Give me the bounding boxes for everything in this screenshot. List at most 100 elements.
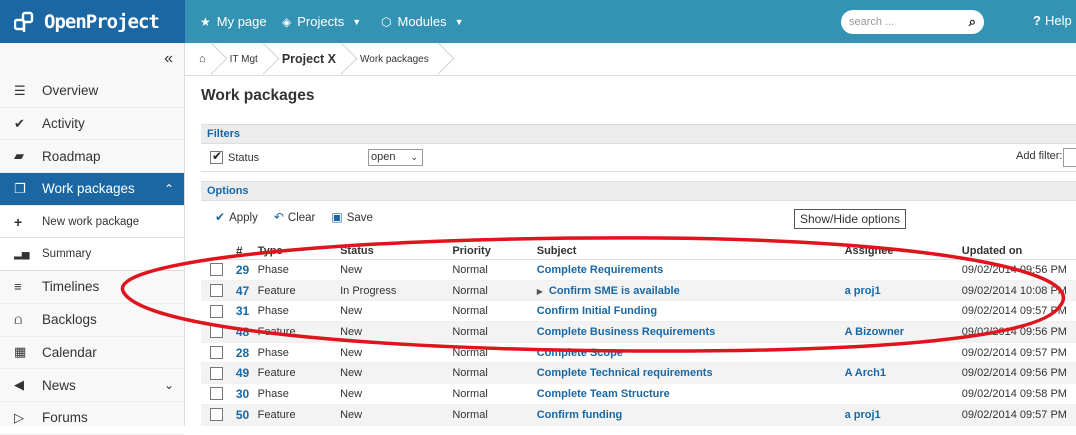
row-subject-text: Complete Team Structure	[536, 387, 670, 400]
bar-chart-icon: ▂▅	[14, 248, 30, 260]
top-bar: OpenProject ★ My page ◈ Projects ▼ ⬡ Mod…	[0, 0, 1076, 43]
help-icon: ?	[1033, 13, 1041, 28]
row-priority: Normal	[452, 346, 488, 359]
search-input[interactable]: search ... ⌕	[841, 10, 984, 34]
options-heading[interactable]: Options	[201, 181, 1076, 201]
sidebar-item-forums[interactable]: ▷ Forums	[0, 402, 184, 435]
sidebar-item-calendar[interactable]: ▦ Calendar	[0, 337, 184, 370]
collapse-sidebar-icon[interactable]: «	[0, 43, 184, 75]
row-checkbox[interactable]	[210, 366, 223, 380]
column-header-status[interactable]: Status	[340, 245, 452, 257]
sidebar-item-work-packages[interactable]: ❐ Work packages ⌃	[0, 173, 184, 206]
table-row[interactable]: 48 Feature New Normal Complete Business Requ…	[201, 322, 1076, 343]
filters-heading[interactable]: Filters	[201, 124, 1076, 144]
breadcrumb-item[interactable]: Work packages	[346, 43, 439, 76]
column-header-id[interactable]: #	[236, 244, 258, 258]
row-subject-link[interactable]: Complete Business Requirements	[537, 326, 845, 338]
row-checkbox-cell	[201, 346, 236, 360]
row-id-link[interactable]: 49	[236, 366, 258, 380]
apply-button[interactable]: ✔ Apply	[215, 210, 258, 224]
chevron-up-icon[interactable]: ⌃	[164, 182, 174, 196]
row-id-link[interactable]: 31	[236, 304, 258, 318]
check-icon: ✔	[215, 210, 226, 224]
table-row[interactable]: 49 Feature New Normal Complete Technical req…	[201, 363, 1076, 385]
row-type: Phase	[257, 263, 289, 276]
chevron-down-icon[interactable]: ⌄	[164, 378, 174, 392]
row-id-link[interactable]: 47	[236, 284, 258, 298]
check-icon: ✔	[14, 115, 25, 131]
sidebar-item-summary[interactable]: ▂▅ Summary	[0, 238, 184, 272]
row-subject-link[interactable]: Complete Team Structure	[537, 388, 845, 400]
row-checkbox[interactable]	[210, 325, 223, 339]
table-header: # Type Status Priority Subject Assignee …	[201, 243, 1076, 260]
row-checkbox[interactable]	[210, 263, 223, 277]
nav-my-page[interactable]: ★ My page	[200, 0, 267, 43]
search-icon[interactable]: ⌕	[969, 14, 976, 30]
work-packages-icon: ❐	[14, 180, 26, 196]
row-id-link[interactable]: 50	[236, 408, 258, 422]
sidebar-item-backlogs[interactable]: ⩍ Backlogs	[0, 304, 184, 337]
row-updated-on: 09/02/2014 09:57 PM	[961, 408, 1067, 421]
row-assignee-link[interactable]: a proj1	[845, 409, 962, 421]
row-id-link[interactable]: 30	[236, 387, 258, 401]
row-subject-link[interactable]: Complete Requirements	[537, 264, 845, 276]
sidebar-item-roadmap[interactable]: ▰ Roadmap	[0, 140, 184, 174]
row-type: Feature	[257, 408, 296, 421]
row-assignee-link[interactable]: A Arch1	[845, 367, 962, 379]
breadcrumb-item[interactable]: IT Mgt	[216, 43, 268, 76]
row-updated-on: 09/02/2014 09:57 PM	[961, 305, 1067, 318]
row-checkbox-cell	[201, 263, 236, 277]
breadcrumb-item[interactable]: Project X	[268, 43, 346, 76]
row-type: Feature	[257, 325, 296, 338]
row-assignee-link[interactable]: a proj1	[845, 285, 962, 297]
sidebar-item-news[interactable]: ◀ News ⌄	[0, 369, 184, 402]
row-subject-link[interactable]: Complete Scope	[537, 347, 845, 359]
row-id-link[interactable]: 28	[236, 346, 258, 360]
row-assignee-link[interactable]: A Bizowner	[845, 326, 962, 338]
save-button[interactable]: ▣ Save	[331, 210, 373, 224]
row-subject-link[interactable]: Complete Technical requirements	[537, 367, 845, 379]
row-checkbox[interactable]	[210, 408, 223, 422]
row-subject-link[interactable]: Confirm Initial Funding	[537, 305, 845, 317]
row-checkbox[interactable]	[210, 304, 223, 318]
help-menu[interactable]: ? Help	[1033, 13, 1072, 28]
table-row[interactable]: 31 Phase New Normal Confirm Initial Funding 0…	[201, 301, 1076, 323]
show-hide-options-button[interactable]: Show/Hide options	[794, 209, 906, 229]
caret-down-icon: ▼	[454, 16, 464, 27]
status-filter-checkbox[interactable]	[210, 149, 223, 164]
nav-modules[interactable]: ⬡ Modules ▼	[381, 0, 464, 43]
table-row[interactable]: 50 Feature New Normal Confirm funding a proj1…	[201, 404, 1076, 426]
table-row[interactable]: 47 Feature In Progress Normal ▶ Confirm SME i…	[201, 280, 1076, 302]
table-row[interactable]: 29 Phase New Normal Complete Requirements 09/…	[201, 260, 1076, 281]
options-toolbar: ✔ Apply ↶ Clear ▣ Save	[215, 210, 373, 224]
row-id-link[interactable]: 29	[236, 263, 258, 277]
sidebar-item-new-work-package[interactable]: + New work package	[0, 205, 184, 239]
row-checkbox[interactable]	[210, 346, 223, 360]
column-header-subject[interactable]: Subject	[537, 245, 845, 257]
sidebar-item-overview[interactable]: ☰ Overview	[0, 75, 184, 108]
breadcrumb-home[interactable]: ⌂	[185, 43, 216, 76]
row-subject-link[interactable]: ▶ Confirm SME is available	[537, 285, 845, 297]
home-icon: ⌂	[199, 53, 206, 65]
column-header-updated-on[interactable]: Updated on	[962, 245, 1076, 257]
row-id-link[interactable]: 48	[236, 325, 258, 339]
table-row[interactable]: 30 Phase New Normal Complete Team Structure 0…	[201, 384, 1076, 405]
row-checkbox[interactable]	[210, 284, 223, 298]
table-row[interactable]: 28 Phase New Normal Complete Scope 09/02/2014…	[201, 343, 1076, 364]
row-checkbox[interactable]	[210, 387, 223, 401]
status-operator-select[interactable]: open ⌄	[368, 149, 423, 166]
clear-button[interactable]: ↶ Clear	[274, 210, 316, 224]
logo[interactable]: OpenProject	[0, 0, 185, 43]
column-header-priority[interactable]: Priority	[452, 245, 536, 257]
expand-triangle-icon[interactable]: ▶	[537, 287, 543, 296]
sidebar-item-activity[interactable]: ✔ Activity	[0, 108, 184, 141]
cube-icon: ⬡	[381, 14, 392, 29]
plus-icon: +	[14, 213, 23, 230]
row-subject-link[interactable]: Confirm funding	[537, 409, 845, 421]
add-filter-select[interactable]	[1063, 148, 1076, 167]
clear-label: Clear	[287, 212, 316, 224]
sidebar-item-timelines[interactable]: ≡ Timelines	[0, 271, 184, 304]
nav-projects[interactable]: ◈ Projects ▼	[282, 0, 361, 43]
column-header-assignee[interactable]: Assignee	[845, 245, 962, 257]
column-header-type[interactable]: Type	[258, 245, 340, 257]
